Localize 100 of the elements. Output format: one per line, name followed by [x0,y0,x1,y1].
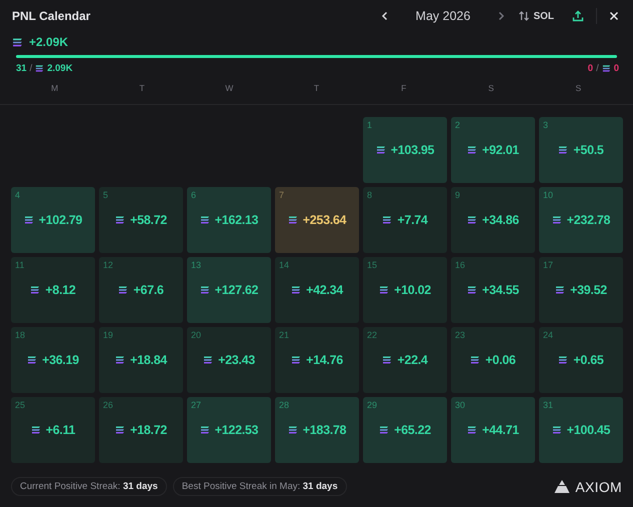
pnl-value: +18.72 [130,423,167,437]
weekday-label: S [488,83,494,93]
sol-icon [200,285,210,295]
weekday-label: M [51,83,58,93]
pnl-value: +92.01 [482,143,519,157]
day-cell[interactable]: 7 +253.64 [275,187,359,253]
sol-icon [552,215,562,225]
day-cell[interactable]: 19 +18.84 [99,327,183,393]
day-cell[interactable]: 18 +36.19 [11,327,95,393]
sol-icon [115,215,126,225]
pnl-value: +14.76 [306,353,343,367]
loss-days: 0 [588,62,594,74]
close-button[interactable] [607,9,621,23]
slash: / [596,62,599,74]
sol-icon [470,355,480,365]
day-cell[interactable]: 28 +183.78 [275,397,359,463]
day-number: 8 [367,190,372,200]
day-cell[interactable]: 23 +0.06 [451,327,535,393]
day-cell[interactable]: 30 +44.71 [451,397,535,463]
sol-icon [118,285,128,295]
pnl-value: +6.11 [46,423,76,437]
sol-icon [288,215,298,225]
day-number: 24 [543,330,554,340]
pnl-value: +58.72 [130,213,167,227]
day-cell[interactable]: 22 +22.4 [363,327,447,393]
day-number: 21 [279,330,290,340]
day-cell[interactable]: 31 +100.45 [539,397,623,463]
sol-icon [379,285,390,295]
day-number: 20 [191,330,202,340]
day-cell[interactable]: 1 +103.95 [363,117,447,183]
day-number: 17 [543,260,554,270]
day-cell[interactable]: 3 +50.5 [539,117,623,183]
day-cell[interactable]: 10 +232.78 [539,187,623,253]
sol-icon [30,425,41,435]
day-cell[interactable]: 16 +34.55 [451,257,535,323]
sol-icon [602,64,611,72]
day-cell[interactable]: 8 +7.74 [363,187,447,253]
pnl-value: +34.86 [482,213,519,227]
day-number: 1 [367,120,372,130]
pnl-value: +34.55 [482,283,519,297]
sol-icon [291,285,302,295]
sol-icon [558,145,568,155]
day-cell[interactable]: 27 +122.53 [187,397,271,463]
day-cell[interactable]: 11 +8.12 [11,257,95,323]
sol-icon [467,215,478,225]
day-number: 13 [191,260,202,270]
pnl-value: +8.12 [45,283,76,297]
pnl-value: +122.53 [214,423,258,437]
sol-icon [24,215,34,225]
sol-icon [376,145,386,155]
sol-icon [467,285,478,295]
day-cell[interactable]: 24 +0.65 [539,327,623,393]
day-number: 27 [191,400,202,410]
day-cell[interactable]: 15 +10.02 [363,257,447,323]
weekday-label: F [401,83,406,93]
day-number: 4 [15,190,20,200]
day-cell[interactable]: 2 +92.01 [451,117,535,183]
sol-icon [35,64,44,72]
pnl-value: +232.78 [566,213,610,227]
chevron-right-icon [496,11,506,21]
day-number: 22 [367,330,378,340]
day-number: 15 [367,260,378,270]
sol-icon [382,355,392,365]
day-cell[interactable]: 13 +127.62 [187,257,271,323]
day-cell[interactable]: 9 +34.86 [451,187,535,253]
day-number: 10 [543,190,554,200]
day-number: 19 [103,330,114,340]
day-cell[interactable]: 4 +102.79 [11,187,95,253]
logo-text: AXIOM [575,478,622,494]
streak-chip: Current Positive Streak: 31 days [11,477,167,496]
day-number: 12 [103,260,114,270]
day-number: 30 [455,400,466,410]
pnl-value: +44.71 [482,423,519,437]
day-cell[interactable]: 17 +39.52 [539,257,623,323]
logo-icon [554,480,570,493]
pnl-value: +0.06 [485,353,516,367]
win-days: 31 [16,62,27,74]
day-cell[interactable]: 29 +65.22 [363,397,447,463]
day-cell[interactable]: 6 +162.13 [187,187,271,253]
sol-icon [27,355,38,365]
sol-icon [558,355,568,365]
sol-icon [379,425,390,435]
day-cell[interactable]: 5 +58.72 [99,187,183,253]
pnl-value: +10.02 [394,283,431,297]
currency-toggle[interactable]: SOL [516,8,556,24]
weekday-label: T [314,83,320,93]
pnl-value: +102.79 [38,213,82,227]
share-button[interactable] [570,8,586,24]
day-cell[interactable]: 12 +67.6 [99,257,183,323]
day-cell[interactable]: 26 +18.72 [99,397,183,463]
pnl-value: +39.52 [570,283,607,297]
day-cell[interactable]: 20 +23.43 [187,327,271,393]
day-cell[interactable]: 25 +6.11 [11,397,95,463]
pnl-value: +127.62 [214,283,258,297]
day-cell[interactable]: 21 +14.76 [275,327,359,393]
month-label: May 2026 [416,9,470,23]
sol-icon [30,285,40,295]
pnl-value: +23.43 [218,353,255,367]
day-cell[interactable]: 14 +42.34 [275,257,359,323]
weekday-label: S [576,83,582,93]
